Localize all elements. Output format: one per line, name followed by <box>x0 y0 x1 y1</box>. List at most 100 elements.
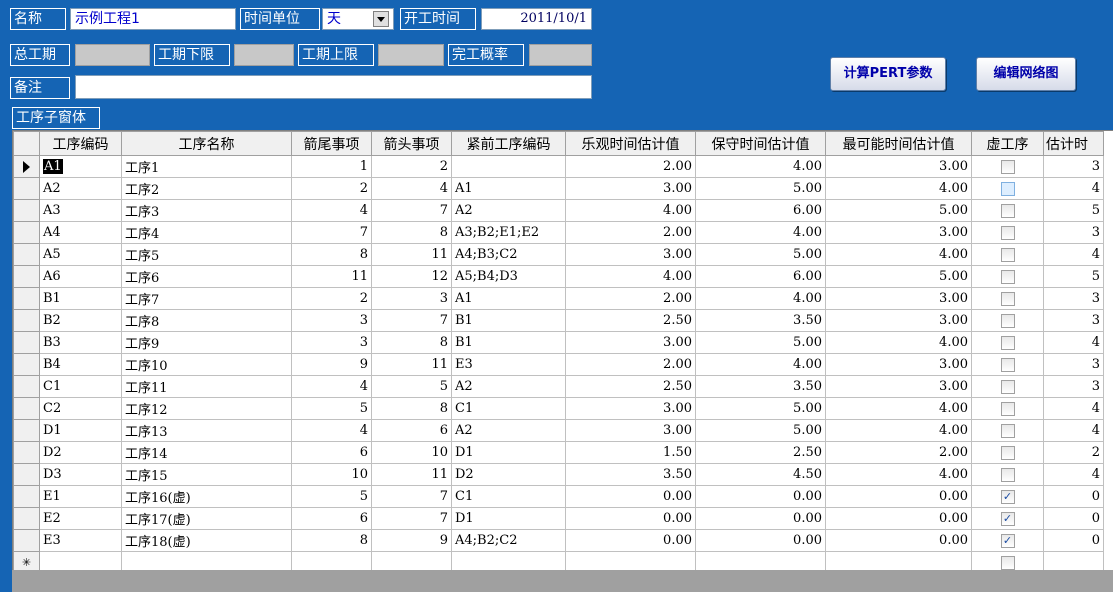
row-selector[interactable] <box>13 441 40 464</box>
table-row[interactable]: D1 工序13 4 6 A2 3.00 5.00 4.00 4 <box>13 419 1104 442</box>
cell-tail[interactable]: 7 <box>291 221 372 244</box>
cell-head[interactable]: 7 <box>371 199 452 222</box>
table-row[interactable]: A4 工序4 7 8 A3;B2;E1;E2 2.00 4.00 3.00 3 <box>13 221 1104 244</box>
cell-pes[interactable]: 4.50 <box>695 463 826 486</box>
dummy-checkbox[interactable] <box>1000 247 1015 262</box>
cell-name[interactable]: 工序3 <box>121 199 292 222</box>
cell-tail[interactable]: 3 <box>291 331 372 354</box>
cell-tail[interactable]: 6 <box>291 441 372 464</box>
table-row[interactable]: B2 工序8 3 7 B1 2.50 3.50 3.00 3 <box>13 309 1104 332</box>
table-row[interactable]: E1 工序16(虚) 5 7 C1 0.00 0.00 0.00 ✓ 0 <box>13 485 1104 508</box>
cell-head[interactable]: 3 <box>371 287 452 310</box>
cell-est[interactable]: 2 <box>1043 441 1104 464</box>
lower-limit-field[interactable] <box>234 44 294 66</box>
cell-pes[interactable]: 5.00 <box>695 419 826 442</box>
cell-opt[interactable]: 2.50 <box>565 375 696 398</box>
empty-cell[interactable] <box>695 551 826 571</box>
cell-pes[interactable]: 4.00 <box>695 287 826 310</box>
table-row[interactable]: A1 工序1 1 2 2.00 4.00 3.00 3 <box>13 155 1104 178</box>
cell-opt[interactable]: 3.00 <box>565 243 696 266</box>
col-tail-header[interactable]: 箭尾事项 <box>291 131 372 156</box>
row-selector[interactable] <box>13 309 40 332</box>
dummy-checkbox[interactable] <box>1000 225 1015 240</box>
cell-code[interactable]: D2 <box>39 441 122 464</box>
row-selector[interactable] <box>13 331 40 354</box>
cell-pred[interactable]: C1 <box>451 397 566 420</box>
cell-name[interactable]: 工序12 <box>121 397 292 420</box>
col-opt-header[interactable]: 乐观时间估计值 <box>565 131 696 156</box>
upper-limit-field[interactable] <box>378 44 444 66</box>
cell-pes[interactable]: 5.00 <box>695 177 826 200</box>
cell-tail[interactable]: 2 <box>291 287 372 310</box>
cell-opt[interactable]: 3.00 <box>565 419 696 442</box>
table-row[interactable]: B3 工序9 3 8 B1 3.00 5.00 4.00 4 <box>13 331 1104 354</box>
cell-opt[interactable]: 3.50 <box>565 463 696 486</box>
cell-pes[interactable]: 0.00 <box>695 485 826 508</box>
dummy-checkbox[interactable] <box>1000 467 1015 482</box>
cell-opt[interactable]: 3.00 <box>565 397 696 420</box>
cell-pred[interactable]: D2 <box>451 463 566 486</box>
cell-name[interactable]: 工序10 <box>121 353 292 376</box>
empty-cell[interactable] <box>971 551 1044 571</box>
cell-likely[interactable]: 4.00 <box>825 331 972 354</box>
cell-est[interactable]: 5 <box>1043 199 1104 222</box>
cell-tail[interactable]: 5 <box>291 485 372 508</box>
dummy-checkbox[interactable] <box>1000 203 1015 218</box>
cell-pred[interactable]: B1 <box>451 331 566 354</box>
cell-name[interactable]: 工序18(虚) <box>121 529 292 552</box>
cell-likely[interactable]: 4.00 <box>825 177 972 200</box>
cell-opt[interactable]: 3.00 <box>565 331 696 354</box>
cell-name[interactable]: 工序7 <box>121 287 292 310</box>
cell-head[interactable]: 7 <box>371 485 452 508</box>
cell-pred[interactable]: A2 <box>451 375 566 398</box>
dummy-checkbox[interactable] <box>1000 401 1015 416</box>
cell-pred[interactable]: A2 <box>451 419 566 442</box>
row-selector[interactable] <box>13 155 40 178</box>
col-head-header[interactable]: 箭头事项 <box>371 131 452 156</box>
table-row[interactable]: B1 工序7 2 3 A1 2.00 4.00 3.00 3 <box>13 287 1104 310</box>
cell-code[interactable]: D3 <box>39 463 122 486</box>
row-selector[interactable] <box>13 375 40 398</box>
dummy-checkbox[interactable] <box>1000 181 1015 196</box>
cell-head[interactable]: 12 <box>371 265 452 288</box>
table-row[interactable]: D3 工序15 10 11 D2 3.50 4.50 4.00 4 <box>13 463 1104 486</box>
row-selector[interactable] <box>13 265 40 288</box>
cell-tail[interactable]: 8 <box>291 243 372 266</box>
cell-code[interactable]: E1 <box>39 485 122 508</box>
cell-likely[interactable]: 4.00 <box>825 397 972 420</box>
cell-pred[interactable]: A3;B2;E1;E2 <box>451 221 566 244</box>
cell-opt[interactable]: 4.00 <box>565 265 696 288</box>
cell-tail[interactable]: 3 <box>291 309 372 332</box>
col-pred-header[interactable]: 紧前工序编码 <box>451 131 566 156</box>
cell-name[interactable]: 工序9 <box>121 331 292 354</box>
cell-opt[interactable]: 0.00 <box>565 485 696 508</box>
cell-head[interactable]: 8 <box>371 397 452 420</box>
cell-pred[interactable]: B1 <box>451 309 566 332</box>
cell-likely[interactable]: 0.00 <box>825 507 972 530</box>
cell-est[interactable]: 3 <box>1043 221 1104 244</box>
row-selector[interactable] <box>13 529 40 552</box>
cell-name[interactable]: 工序13 <box>121 419 292 442</box>
dummy-checkbox[interactable] <box>1000 357 1015 372</box>
cell-est[interactable]: 3 <box>1043 375 1104 398</box>
cell-head[interactable]: 9 <box>371 529 452 552</box>
cell-pes[interactable]: 5.00 <box>695 243 826 266</box>
cell-code[interactable]: A4 <box>39 221 122 244</box>
table-row[interactable]: D2 工序14 6 10 D1 1.50 2.50 2.00 2 <box>13 441 1104 464</box>
cell-pred[interactable]: A1 <box>451 177 566 200</box>
cell-head[interactable]: 7 <box>371 507 452 530</box>
cell-tail[interactable]: 1 <box>291 155 372 178</box>
dummy-checkbox[interactable]: ✓ <box>1000 533 1015 548</box>
cell-head[interactable]: 11 <box>371 353 452 376</box>
cell-tail[interactable]: 4 <box>291 419 372 442</box>
cell-tail[interactable]: 4 <box>291 199 372 222</box>
cell-opt[interactable]: 0.00 <box>565 507 696 530</box>
empty-cell[interactable] <box>371 551 452 571</box>
note-field[interactable] <box>75 75 592 99</box>
cell-opt[interactable]: 2.00 <box>565 221 696 244</box>
cell-likely[interactable]: 3.00 <box>825 375 972 398</box>
dummy-checkbox[interactable] <box>1000 313 1015 328</box>
cell-name[interactable]: 工序6 <box>121 265 292 288</box>
dummy-checkbox[interactable] <box>1000 269 1015 284</box>
cell-head[interactable]: 10 <box>371 441 452 464</box>
